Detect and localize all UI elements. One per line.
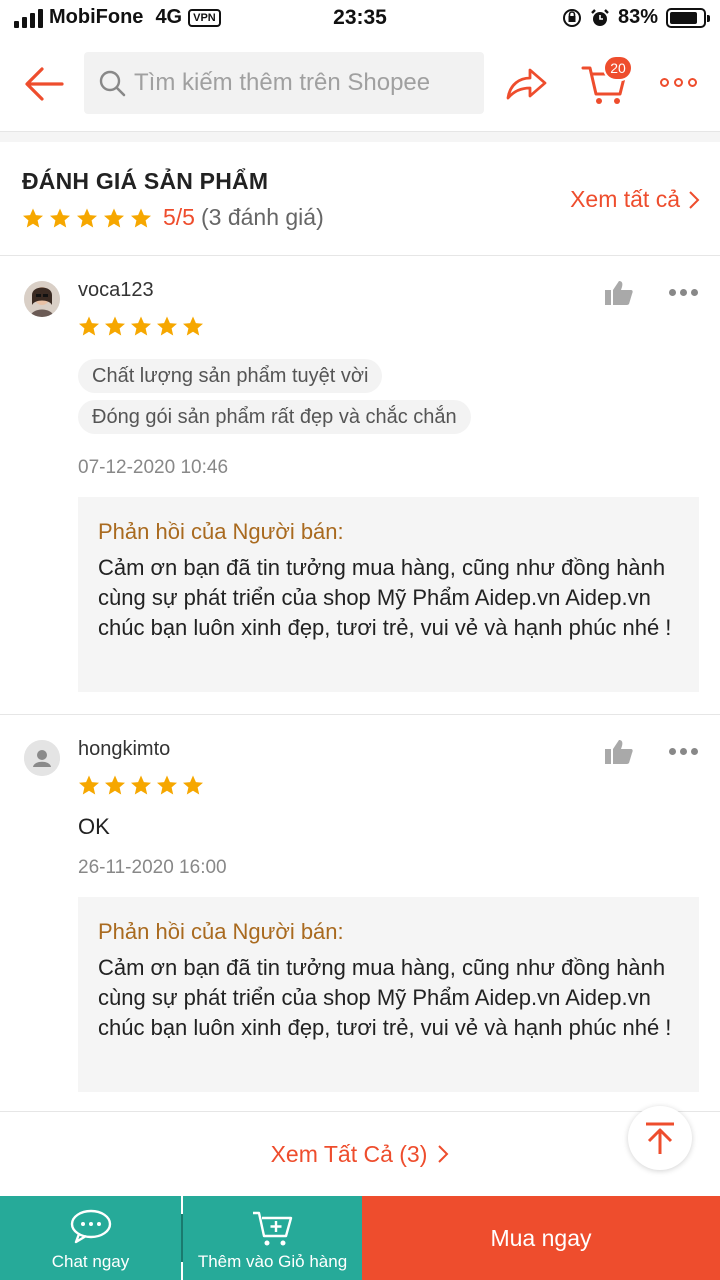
see-all-label: Xem tất cả bbox=[570, 186, 680, 212]
reply-text: Cảm ơn bạn đã tin tưởng mua hàng, cũng n… bbox=[98, 555, 672, 640]
status-bar: MobiFone 4G VPN 23:35 83% bbox=[0, 0, 720, 38]
review-tag: Chất lượng sản phẩm tuyệt vời bbox=[78, 359, 383, 393]
reply-title: Phản hồi của Người bán: bbox=[98, 919, 344, 944]
default-user-icon bbox=[24, 740, 60, 776]
battery-icon bbox=[666, 7, 710, 28]
more-options-icon[interactable] bbox=[660, 72, 700, 92]
user-photo-icon bbox=[24, 281, 60, 317]
search-input[interactable] bbox=[134, 69, 474, 97]
scroll-to-top-button[interactable] bbox=[628, 1106, 692, 1170]
section-divider bbox=[0, 132, 720, 142]
review-item: voca123 Chất lượng sản phẩm tuyệt vời Đó… bbox=[0, 257, 720, 715]
section-title: ĐÁNH GIÁ SẢN PHẨM bbox=[22, 168, 269, 194]
reply-text: Cảm ơn bạn đã tin tưởng mua hàng, cũng n… bbox=[98, 955, 672, 1040]
chevron-right-icon bbox=[438, 1145, 449, 1163]
star-icon bbox=[23, 208, 43, 227]
star-icon bbox=[183, 316, 203, 336]
star-icon bbox=[50, 208, 70, 227]
buy-now-label: Mua ngay bbox=[490, 1224, 592, 1251]
review-date: 26-11-2020 16:00 bbox=[78, 857, 227, 878]
review-more-icon[interactable] bbox=[669, 748, 698, 755]
star-icon bbox=[131, 775, 151, 795]
battery-percent: 83% bbox=[617, 6, 658, 28]
star-icon bbox=[105, 775, 125, 795]
thumbs-up-icon[interactable] bbox=[604, 279, 634, 307]
alarm-icon bbox=[591, 8, 609, 26]
rating-summary: ĐÁNH GIÁ SẢN PHẨM 5/5 (3 đánh giá) Xem t… bbox=[0, 142, 720, 256]
star-icon bbox=[131, 208, 151, 227]
star-icon bbox=[104, 208, 124, 227]
rating-score: 5/5 bbox=[163, 204, 195, 230]
review-comment: OK bbox=[78, 814, 110, 839]
chat-now-label: Chat ngay bbox=[51, 1252, 130, 1271]
back-arrow-icon[interactable] bbox=[22, 64, 66, 104]
avatar[interactable] bbox=[24, 281, 60, 317]
review-item: hongkimto OK 26-11-2020 16:00 Phản hồi c… bbox=[0, 716, 720, 1112]
top-nav: 20 bbox=[0, 38, 720, 132]
star-icon bbox=[183, 775, 203, 795]
chat-now-button[interactable]: Chat ngay bbox=[0, 1196, 181, 1280]
star-icon bbox=[77, 208, 97, 227]
see-all-link[interactable]: Xem tất cả bbox=[570, 186, 700, 213]
add-to-cart-button[interactable]: Thêm vào Giỏ hàng bbox=[183, 1196, 362, 1280]
seller-reply: Phản hồi của Người bán: Cảm ơn bạn đã ti… bbox=[78, 897, 699, 1092]
rating-count: (3 đánh giá) bbox=[200, 204, 324, 230]
star-icon bbox=[79, 316, 99, 336]
review-date: 07-12-2020 10:46 bbox=[78, 457, 229, 478]
view-all-reviews-link[interactable]: Xem Tất Cả (3) bbox=[0, 1112, 720, 1196]
review-more-icon[interactable] bbox=[669, 289, 698, 296]
chevron-right-icon bbox=[689, 190, 700, 209]
view-all-label: Xem Tất Cả (3) bbox=[270, 1140, 428, 1167]
summary-stars bbox=[22, 207, 157, 229]
arrow-up-icon bbox=[646, 1122, 674, 1154]
review-page: MobiFone 4G VPN 23:35 83% Tìm kiếm thêm … bbox=[0, 0, 720, 1280]
search-icon bbox=[99, 70, 126, 97]
seller-reply: Phản hồi của Người bán: Cảm ơn bạn đã ti… bbox=[78, 497, 699, 692]
chat-icon bbox=[70, 1209, 111, 1244]
orientation-lock-icon bbox=[562, 8, 581, 27]
star-icon bbox=[157, 775, 177, 795]
add-to-cart-icon bbox=[252, 1211, 292, 1246]
review-username: voca123 bbox=[78, 279, 154, 301]
review-tag: Đóng gói sản phẩm rất đẹp và chắc chắn bbox=[78, 400, 471, 434]
thumbs-up-icon[interactable] bbox=[604, 738, 634, 766]
review-stars bbox=[78, 774, 208, 796]
add-to-cart-label: Thêm vào Giỏ hàng bbox=[197, 1252, 348, 1271]
star-icon bbox=[157, 316, 177, 336]
avatar[interactable] bbox=[24, 740, 60, 776]
buy-now-button[interactable]: Mua ngay bbox=[362, 1196, 720, 1280]
cart-count-badge: 20 bbox=[603, 55, 633, 81]
review-stars bbox=[78, 315, 208, 337]
star-icon bbox=[79, 775, 99, 795]
review-username: hongkimto bbox=[78, 738, 171, 760]
search-bar[interactable] bbox=[84, 52, 484, 114]
share-icon[interactable] bbox=[504, 64, 548, 104]
star-icon bbox=[131, 316, 151, 336]
reply-title: Phản hồi của Người bán: bbox=[98, 519, 344, 544]
bottom-action-bar: Chat ngay Thêm vào Giỏ hàng Mua ngay bbox=[0, 1196, 720, 1280]
star-icon bbox=[105, 316, 125, 336]
